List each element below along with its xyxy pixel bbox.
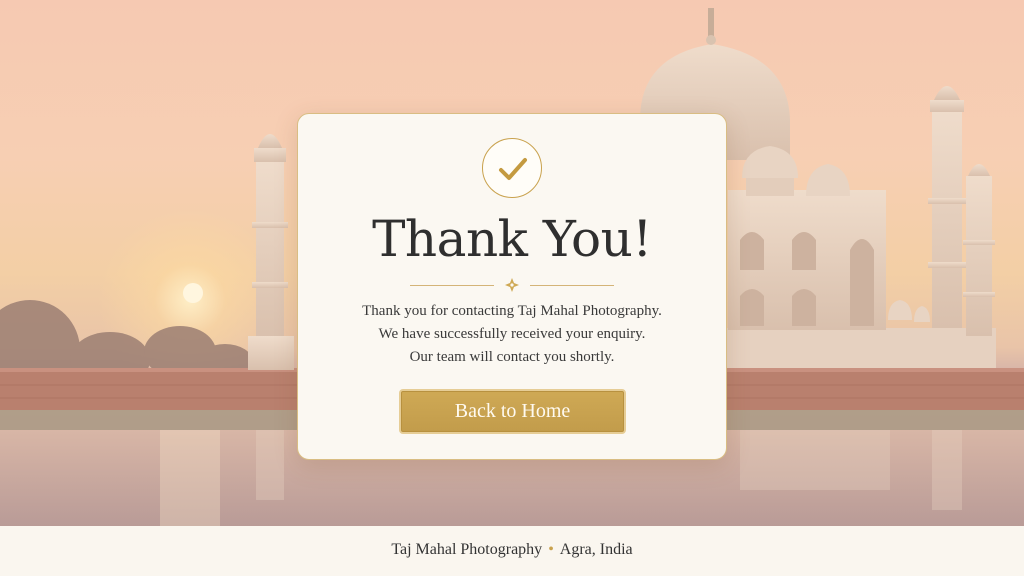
confirmation-message: Thank you for contacting Taj Mahal Photo…: [298, 300, 726, 369]
dot-icon: •: [548, 541, 554, 558]
footer-brand: Taj Mahal Photography: [391, 541, 543, 558]
thank-you-card: Thank You! Thank you for contacting Taj …: [297, 113, 727, 460]
message-line: Thank you for contacting Taj Mahal Photo…: [362, 303, 662, 319]
footer: Taj Mahal Photography • Agra, India: [0, 526, 1024, 576]
back-to-home-button[interactable]: Back to Home: [399, 389, 626, 434]
checkmark-icon: [499, 158, 527, 180]
footer-location: Agra, India: [559, 541, 633, 558]
page-title: Thank You!: [372, 210, 652, 268]
checkmark-badge: [482, 138, 542, 198]
divider-line-right: [530, 285, 614, 286]
ornament-icon: [505, 278, 519, 292]
message-line: We have successfully received your enqui…: [378, 326, 646, 342]
divider-line-left: [410, 285, 494, 286]
ornament-divider: [410, 278, 614, 292]
message-line: Our team will contact you shortly.: [409, 349, 615, 365]
